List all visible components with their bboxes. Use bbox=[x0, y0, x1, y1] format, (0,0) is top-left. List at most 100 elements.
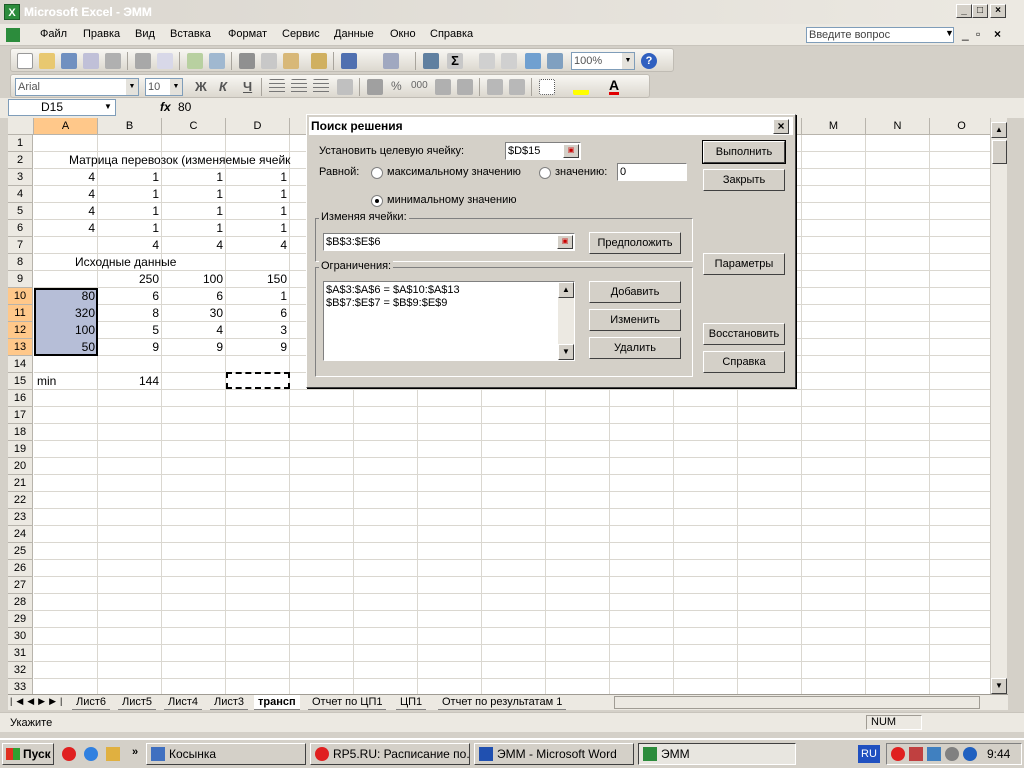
notes-icon[interactable] bbox=[106, 747, 120, 761]
changing-cells-input[interactable]: $B$3:$E$6 ▣ bbox=[323, 233, 575, 251]
row-header[interactable]: 18 bbox=[8, 424, 33, 441]
help-dropdown-icon[interactable]: ▼ bbox=[945, 28, 954, 38]
row-header[interactable]: 32 bbox=[8, 662, 33, 679]
font-combo[interactable]: Arial ▼ bbox=[15, 78, 139, 96]
menu-data[interactable]: Данные bbox=[334, 28, 374, 40]
row-header[interactable]: 15 bbox=[8, 373, 33, 390]
decrease-indent-icon[interactable] bbox=[487, 79, 503, 95]
cell-B13[interactable]: 9 bbox=[98, 339, 162, 356]
help-button[interactable]: Справка bbox=[703, 351, 785, 373]
cell-C5[interactable]: 1 bbox=[162, 203, 226, 220]
row-header[interactable]: 26 bbox=[8, 560, 33, 577]
constraint-item[interactable]: $B$7:$E$7 = $B$9:$E$9 bbox=[326, 297, 447, 309]
cell-B6[interactable]: 1 bbox=[98, 220, 162, 237]
tab-cp1[interactable]: ЦП1 bbox=[396, 695, 427, 710]
row-header[interactable]: 1 bbox=[8, 135, 33, 152]
column-header[interactable]: A bbox=[34, 118, 98, 135]
scroll-up-icon[interactable]: ▲ bbox=[991, 122, 1007, 138]
cell-D11[interactable]: 6 bbox=[226, 305, 290, 322]
help-icon[interactable]: ? bbox=[641, 53, 657, 69]
tab-sheet6[interactable]: Лист6 bbox=[72, 695, 111, 710]
column-header[interactable]: M bbox=[802, 118, 866, 135]
taskbar-item-word[interactable]: ЭММ - Microsoft Word bbox=[474, 743, 634, 765]
value-input[interactable]: 0 bbox=[617, 163, 687, 181]
help-search-input[interactable]: Введите вопрос bbox=[806, 27, 954, 43]
tab-transp[interactable]: трансп bbox=[254, 695, 300, 710]
guess-button[interactable]: Предположить bbox=[589, 232, 681, 254]
doc-minimize-button[interactable]: _ bbox=[962, 27, 969, 41]
change-button[interactable]: Изменить bbox=[589, 309, 681, 331]
cell-D4[interactable]: 1 bbox=[226, 186, 290, 203]
cell-C4[interactable]: 1 bbox=[162, 186, 226, 203]
scroll-thumb[interactable] bbox=[992, 140, 1007, 164]
row-header[interactable]: 17 bbox=[8, 407, 33, 424]
tab-scroll-icons[interactable]: |◀◀▶▶| bbox=[10, 696, 66, 707]
menu-tools[interactable]: Сервис bbox=[282, 28, 320, 40]
copy-icon[interactable] bbox=[261, 53, 277, 69]
quick-launch-icon[interactable] bbox=[84, 747, 98, 761]
row-header[interactable]: 6 bbox=[8, 220, 33, 237]
constraint-item[interactable]: $A$3:$A$6 = $A$10:$A$13 bbox=[326, 284, 460, 296]
cell-B9[interactable]: 250 bbox=[98, 271, 162, 288]
zoom-combo[interactable]: 100% ▼ bbox=[571, 52, 635, 70]
decrease-decimal-icon[interactable] bbox=[457, 79, 473, 95]
cell-D10[interactable]: 1 bbox=[226, 288, 290, 305]
increase-indent-icon[interactable] bbox=[509, 79, 525, 95]
email-icon[interactable] bbox=[105, 53, 121, 69]
row-header[interactable]: 13 bbox=[8, 339, 33, 356]
taskbar-item-excel[interactable]: ЭММ bbox=[638, 743, 796, 765]
cell-A13[interactable]: 50 bbox=[34, 339, 98, 356]
cell-D12[interactable]: 3 bbox=[226, 322, 290, 339]
redo-icon[interactable] bbox=[383, 53, 399, 69]
chart-wizard-icon[interactable] bbox=[525, 53, 541, 69]
menu-help[interactable]: Справка bbox=[430, 28, 473, 40]
row-header[interactable]: 31 bbox=[8, 645, 33, 662]
scroll-down-icon[interactable]: ▼ bbox=[991, 678, 1007, 694]
add-button[interactable]: Добавить bbox=[589, 281, 681, 303]
cell-D5[interactable]: 1 bbox=[226, 203, 290, 220]
minimize-button[interactable]: _ bbox=[956, 4, 972, 18]
options-button[interactable]: Параметры bbox=[703, 253, 785, 275]
cell-D13[interactable]: 9 bbox=[226, 339, 290, 356]
cell-A12[interactable]: 100 bbox=[34, 322, 98, 339]
radio-max[interactable] bbox=[371, 167, 383, 179]
radio-value[interactable] bbox=[539, 167, 551, 179]
tab-report-cp1[interactable]: Отчет по ЦП1 bbox=[308, 695, 387, 710]
close-button[interactable]: × bbox=[990, 4, 1006, 18]
column-header[interactable]: D bbox=[226, 118, 290, 135]
row-header[interactable]: 9 bbox=[8, 271, 33, 288]
cell-B5[interactable]: 1 bbox=[98, 203, 162, 220]
dialog-close-icon[interactable]: × bbox=[773, 119, 789, 134]
horizontal-scrollbar[interactable] bbox=[614, 696, 980, 709]
print-preview-icon[interactable] bbox=[157, 53, 173, 69]
row-header[interactable]: 8 bbox=[8, 254, 33, 271]
cell-B15[interactable]: 144 bbox=[98, 373, 162, 390]
menu-edit[interactable]: Правка bbox=[83, 28, 120, 40]
cell-C10[interactable]: 6 bbox=[162, 288, 226, 305]
cell-D9[interactable]: 150 bbox=[226, 271, 290, 288]
bold-button[interactable]: Ж bbox=[195, 79, 207, 94]
menu-format[interactable]: Формат bbox=[228, 28, 267, 40]
menu-file[interactable]: Файл bbox=[40, 28, 67, 40]
cell-C11[interactable]: 30 bbox=[162, 305, 226, 322]
range-select-icon[interactable]: ▣ bbox=[557, 235, 573, 249]
paste-icon[interactable] bbox=[283, 53, 299, 69]
column-header[interactable]: C bbox=[162, 118, 226, 135]
print-icon[interactable] bbox=[135, 53, 151, 69]
row-header[interactable]: 24 bbox=[8, 526, 33, 543]
cell-C7[interactable]: 4 bbox=[162, 237, 226, 254]
cell-B8-title[interactable]: Исходные данные bbox=[72, 254, 179, 271]
menu-view[interactable]: Вид bbox=[135, 28, 155, 40]
cell-C6[interactable]: 1 bbox=[162, 220, 226, 237]
cell-A4[interactable]: 4 bbox=[34, 186, 98, 203]
cell-A11[interactable]: 320 bbox=[34, 305, 98, 322]
sort-desc-icon[interactable] bbox=[501, 53, 517, 69]
font-color-icon[interactable]: A bbox=[609, 78, 620, 95]
maximize-button[interactable]: □ bbox=[972, 4, 988, 18]
autosum-icon[interactable]: Σ bbox=[447, 53, 463, 69]
select-all-corner[interactable] bbox=[8, 118, 34, 135]
row-header[interactable]: 3 bbox=[8, 169, 33, 186]
currency-icon[interactable] bbox=[367, 79, 383, 95]
borders-icon[interactable] bbox=[539, 79, 555, 95]
row-header[interactable]: 7 bbox=[8, 237, 33, 254]
